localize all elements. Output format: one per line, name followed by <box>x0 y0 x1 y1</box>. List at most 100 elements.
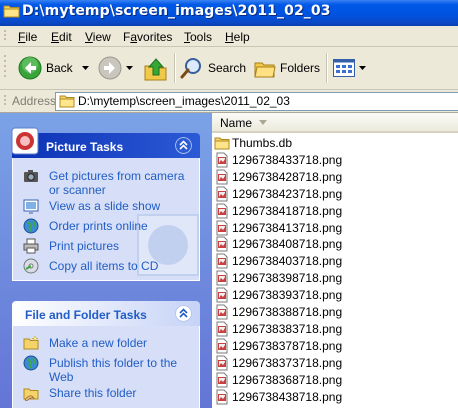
png-file-icon <box>216 236 228 252</box>
address-field[interactable]: D:\mytemp\screen_images\2011_02_03 <box>55 92 458 111</box>
forward-button[interactable] <box>96 52 136 84</box>
address-label: Address <box>12 94 57 108</box>
up-folder-icon[interactable] <box>143 56 169 82</box>
file-name: 1296738398718.png <box>232 271 343 286</box>
file-row[interactable]: Thumbs.db <box>214 135 454 152</box>
menu-view[interactable]: View <box>85 30 111 44</box>
task-get-pictures[interactable]: Get pictures from camera or scanner <box>23 168 193 198</box>
png-file-icon <box>216 304 228 320</box>
file-row[interactable]: 1296738383718.png <box>214 321 454 338</box>
task-label: Order prints online <box>49 219 148 233</box>
dropdown-arrow-icon[interactable] <box>82 66 89 70</box>
task-publish-folder[interactable]: Publish this folder to the Web <box>23 355 193 385</box>
collapse-chevron-icon[interactable] <box>175 137 192 154</box>
toolbar: Back Search Folders <box>0 47 458 90</box>
camera-icon <box>24 170 38 182</box>
forward-arrow-icon <box>98 56 122 80</box>
file-name: Thumbs.db <box>232 136 293 150</box>
search-button[interactable]: Search <box>178 52 248 84</box>
png-file-icon <box>216 372 228 388</box>
task-label: Web <box>49 370 74 384</box>
folder-tasks-header[interactable]: File and Folder Tasks <box>12 301 200 326</box>
task-share-folder[interactable]: Share this folder <box>23 385 193 403</box>
file-row[interactable]: 1296738368718.png <box>214 372 454 389</box>
folder-icon <box>214 137 230 150</box>
file-row[interactable]: 1296738408718.png <box>214 236 454 253</box>
file-name: 1296738368718.png <box>232 372 343 387</box>
address-bar: Address D:\mytemp\screen_images\2011_02_… <box>0 90 458 113</box>
back-button[interactable]: Back <box>14 52 96 84</box>
file-row[interactable]: 1296738438718.png <box>214 389 454 406</box>
task-pane: Picture Tasks Get pictures from camera o… <box>0 113 212 409</box>
file-name: 1296738378718.png <box>232 338 343 353</box>
task-print-pictures[interactable]: Print pictures <box>23 238 193 256</box>
cd-icon <box>23 258 39 274</box>
png-file-icon <box>216 355 228 371</box>
task-label: Make a new folder <box>49 336 148 350</box>
file-row[interactable]: 1296738373718.png <box>214 355 454 372</box>
file-name: 1296738438718.png <box>232 389 343 404</box>
collapse-chevron-icon[interactable] <box>175 305 192 322</box>
menu-help[interactable]: Help <box>225 30 250 44</box>
menu-file[interactable]: File <box>18 30 37 44</box>
sort-arrow-icon <box>259 120 267 125</box>
gripper-icon[interactable] <box>4 53 7 83</box>
folder-icon <box>3 5 20 18</box>
back-label: Back <box>46 61 73 75</box>
png-file-icon <box>216 203 228 219</box>
task-label: Get pictures from camera <box>49 169 185 183</box>
task-label: Publish this folder to the <box>49 356 178 370</box>
dropdown-arrow-icon[interactable] <box>126 66 133 70</box>
file-row[interactable]: 1296738428718.png <box>214 169 454 186</box>
window-title: D:\mytemp\screen_images\2011_02_03 <box>22 3 331 19</box>
column-header-name[interactable]: Name <box>212 113 458 133</box>
search-icon <box>180 58 201 79</box>
dropdown-arrow-icon[interactable] <box>359 66 366 70</box>
folder-tasks-title: File and Folder Tasks <box>25 308 147 322</box>
gripper-icon[interactable] <box>4 29 7 43</box>
task-slide-show[interactable]: View as a slide show <box>23 198 193 216</box>
picture-tasks-body: Get pictures from camera or scanner View… <box>12 158 200 281</box>
file-row[interactable]: 1296738398718.png <box>214 270 454 287</box>
task-order-prints[interactable]: Order prints online <box>23 218 193 236</box>
task-make-new-folder[interactable]: Make a new folder <box>23 335 193 353</box>
title-bar[interactable]: D:\mytemp\screen_images\2011_02_03 <box>0 0 458 26</box>
file-name: 1296738418718.png <box>232 203 343 218</box>
file-row[interactable]: 1296738418718.png <box>214 203 454 220</box>
file-row[interactable]: 1296738393718.png <box>214 287 454 304</box>
search-label: Search <box>208 61 247 75</box>
file-row[interactable]: 1296738403718.png <box>214 253 454 270</box>
folder-tasks-body: Make a new folder Publish this folder to… <box>12 326 200 409</box>
task-label: Print pictures <box>49 239 120 253</box>
views-icon <box>333 59 355 77</box>
file-row[interactable]: 1296738378718.png <box>214 338 454 355</box>
png-file-icon <box>216 220 228 235</box>
back-arrow-icon <box>18 56 42 80</box>
file-name: 1296738433718.png <box>232 152 343 167</box>
file-row[interactable]: 1296738388718.png <box>214 304 454 321</box>
globe-icon <box>23 218 39 234</box>
gripper-icon[interactable] <box>4 94 7 108</box>
new-folder-icon <box>23 335 39 350</box>
share-folder-icon <box>23 388 39 401</box>
task-copy-to-cd[interactable]: Copy all items to CD <box>23 258 193 276</box>
file-name: 1296738428718.png <box>232 169 343 184</box>
folders-label: Folders <box>280 61 321 75</box>
views-button[interactable] <box>330 52 370 84</box>
menu-favorites[interactable]: Favorites <box>123 30 172 44</box>
file-row[interactable]: 1296738413718.png <box>214 220 454 237</box>
file-row[interactable]: 1296738433718.png <box>214 152 454 169</box>
folders-icon <box>254 62 276 78</box>
picture-tasks-icon <box>11 127 39 155</box>
png-file-icon <box>216 169 228 185</box>
file-name: 1296738408718.png <box>232 237 343 252</box>
task-label: Copy all items to CD <box>49 259 159 273</box>
file-name: 1296738393718.png <box>232 288 343 303</box>
png-file-icon <box>216 338 228 354</box>
folders-button[interactable]: Folders <box>252 52 322 84</box>
task-label: or scanner <box>49 183 106 197</box>
png-file-icon <box>216 186 228 202</box>
menu-tools[interactable]: Tools <box>184 30 212 44</box>
file-row[interactable]: 1296738423718.png <box>214 186 454 203</box>
menu-edit[interactable]: Edit <box>51 30 72 44</box>
